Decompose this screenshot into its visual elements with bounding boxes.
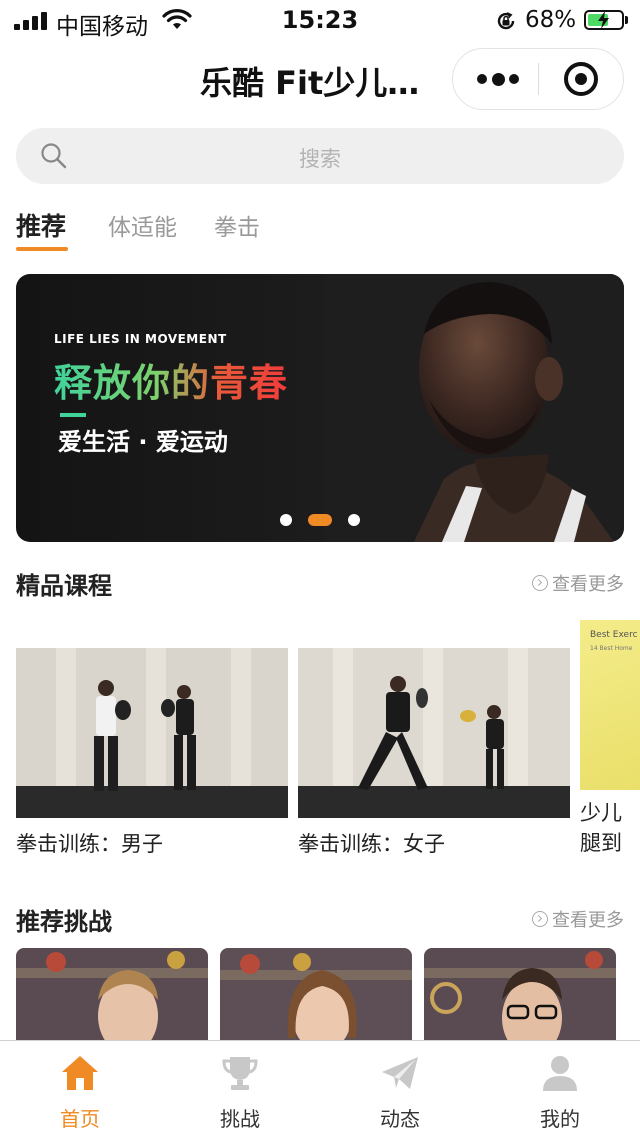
tabbar-item-home[interactable]: 首页 [0,1041,160,1137]
banner-accent-line [60,413,86,417]
thumbnail-title: Best Exerc [590,630,638,640]
challenge-card[interactable] [16,948,208,1040]
courses-section-title: 精品课程 [16,572,112,600]
promo-banner[interactable]: LIFE LIES IN MOVEMENT 释放你的青春 爱生活 · 爱运动 [16,274,624,542]
challenges-more-link[interactable]: 查看更多 [532,906,624,932]
battery-cap [625,16,628,24]
tabbar-label: 动态 [380,1107,420,1131]
course-thumbnail [16,648,288,818]
battery-percent: 68% [525,7,577,33]
course-caption: 拳击训练：女子 [298,832,445,856]
course-card-partial[interactable]: Best Exerc 14 Best Home 少儿 腿到 [580,620,640,858]
tabbar-label: 首页 [60,1107,100,1131]
battery-icon [584,10,624,30]
course-caption-line: 少儿 [580,801,622,825]
tab-active-underline [16,247,68,251]
paper-plane-icon [382,1057,418,1089]
more-menu-icon[interactable] [477,49,519,109]
course-thumbnail: Best Exerc 14 Best Home [580,620,640,790]
page-title: 乐酷 Fit少儿… [200,64,420,102]
course-caption: 少儿 腿到 [580,798,640,858]
challenge-card[interactable] [424,948,616,1040]
challenges-section-title: 推荐挑战 [16,908,112,936]
chevron-circle-icon [532,575,548,591]
banner-tagline: LIFE LIES IN MOVEMENT [54,332,227,346]
status-bar: 中国移动 15:23 68% [0,0,640,40]
search-placeholder: 搜索 [299,147,341,171]
rotation-lock-icon [497,12,515,30]
user-icon [543,1056,577,1091]
athlete-portrait-image [324,274,624,542]
tab-recommend[interactable]: 推荐 [16,207,66,243]
course-caption: 拳击训练：男子 [16,832,163,856]
mini-program-capsule [452,48,624,110]
course-caption-line: 腿到 [580,831,622,855]
tabbar-label: 我的 [540,1107,580,1131]
tabbar-item-challenge[interactable]: 挑战 [160,1041,320,1137]
challenge-thumbnail [424,948,616,1040]
carousel-dot[interactable] [348,514,360,526]
challenge-thumbnail [220,948,412,1040]
search-bar[interactable]: 搜索 [16,128,624,184]
course-thumbnail [298,648,570,818]
banner-headline: 释放你的青春 [54,352,288,407]
courses-more-link[interactable]: 查看更多 [532,570,624,596]
tabbar-label: 挑战 [220,1107,260,1131]
trophy-icon [222,1057,258,1090]
close-target-icon[interactable] [564,62,598,96]
challenge-card[interactable] [220,948,412,1040]
challenge-thumbnail [16,948,208,1040]
more-label: 查看更多 [552,910,624,931]
capsule-divider [538,63,539,95]
carousel-dot-active[interactable] [308,514,332,526]
carousel-dot[interactable] [280,514,292,526]
tabbar-item-feed[interactable]: 动态 [320,1041,480,1137]
banner-subline: 爱生活 · 爱运动 [58,428,228,456]
tab-boxing[interactable]: 拳击 [214,208,260,242]
chevron-circle-icon [532,911,548,927]
tab-fitness[interactable]: 体适能 [108,208,177,242]
more-label: 查看更多 [552,574,624,595]
home-icon [62,1056,98,1090]
thumbnail-subtitle: 14 Best Home [590,645,633,652]
course-card[interactable]: 拳击训练：女子 [298,648,570,858]
tabbar-item-me[interactable]: 我的 [480,1041,640,1137]
bottom-tab-bar: 首页 挑战 动态 我的 [0,1040,640,1136]
course-card[interactable]: 拳击训练：男子 [16,648,288,858]
